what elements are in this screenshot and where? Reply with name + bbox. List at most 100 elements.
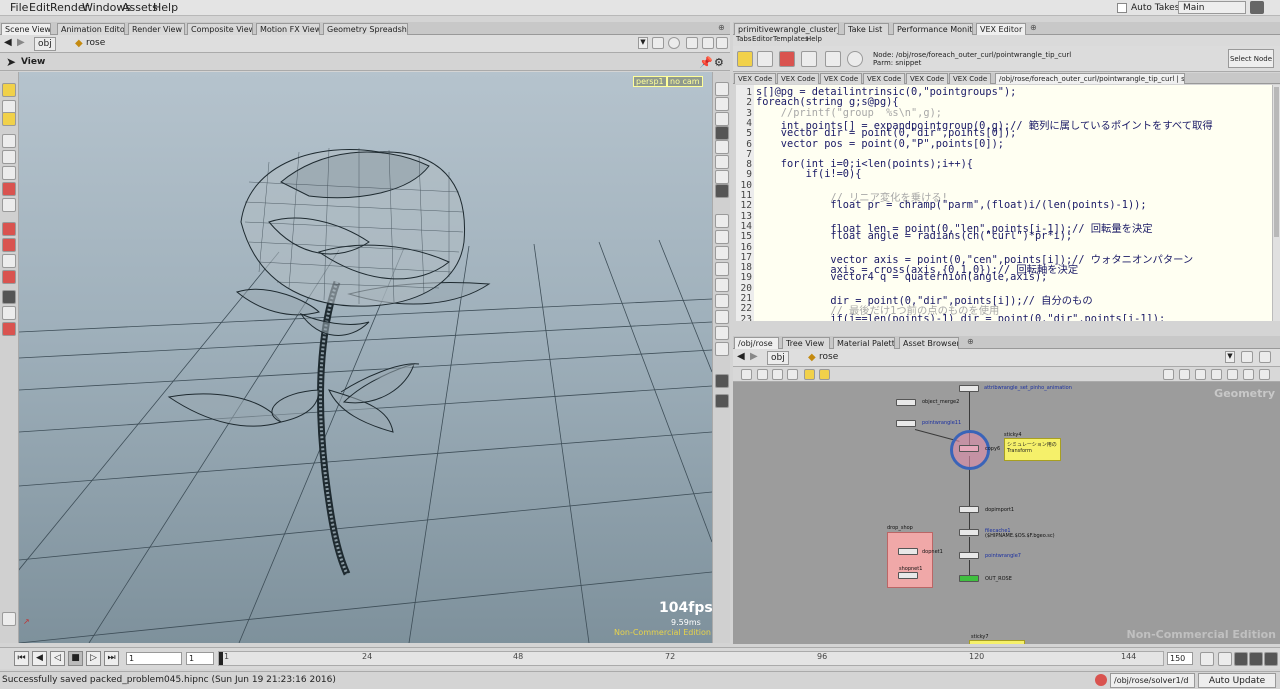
path-dropdown-icon[interactable]: ▼ <box>638 37 648 49</box>
bbox-icon[interactable] <box>715 342 729 356</box>
vertex-display-icon[interactable] <box>715 246 729 260</box>
play-icon[interactable]: ▷ <box>86 651 101 666</box>
sticky-note[interactable]: シミュレーション用の Transform <box>1004 438 1061 461</box>
prim-display-icon[interactable] <box>715 262 729 276</box>
ghost-icon[interactable] <box>715 294 729 308</box>
node-pointwrangle7[interactable] <box>959 552 979 559</box>
tab-take-list[interactable]: Take List <box>844 23 889 35</box>
network-path-rose[interactable]: rose <box>819 352 838 362</box>
network-note-icon[interactable] <box>819 369 830 380</box>
network-wire-icon[interactable] <box>1195 369 1206 380</box>
network-path-obj[interactable]: obj <box>767 351 789 365</box>
vex-menu-templates[interactable]: Templates <box>773 35 809 43</box>
tab-render-view[interactable]: Render View <box>128 23 185 35</box>
status-error-icon[interactable] <box>1095 674 1107 686</box>
vex-save-icon[interactable] <box>825 51 841 67</box>
menu-help[interactable]: Help <box>153 1 178 14</box>
current-frame-field[interactable]: 1 <box>126 652 182 665</box>
vex-settings-icon[interactable] <box>847 51 863 67</box>
audio-icon[interactable] <box>1234 652 1248 666</box>
path-node[interactable]: rose <box>86 38 105 48</box>
render-region-icon[interactable] <box>2 306 16 320</box>
node-shopnet[interactable] <box>898 572 918 579</box>
code-tab[interactable]: VEX Code <box>949 73 991 84</box>
rotate-tool-icon[interactable] <box>2 150 16 164</box>
node-filecache[interactable] <box>959 529 979 536</box>
play-reverse-icon[interactable]: ◁ <box>50 651 65 666</box>
snap-curve-icon[interactable] <box>2 254 16 268</box>
snapshot-view-icon[interactable] <box>715 394 729 408</box>
sticky7-note[interactable] <box>969 640 1025 644</box>
tab-network-rose[interactable]: /obj/rose <box>734 337 779 349</box>
scale-tool-icon[interactable] <box>2 166 16 180</box>
network-list-icon[interactable] <box>757 369 768 380</box>
pose-tool-icon[interactable] <box>2 198 16 212</box>
network-shape-icon[interactable] <box>1227 369 1238 380</box>
vex-run-icon[interactable] <box>779 51 795 67</box>
guide-icon[interactable] <box>715 184 729 198</box>
tab-motion-fx-view[interactable]: Motion FX View <box>256 23 320 35</box>
camera-badge-persp[interactable]: persp1 <box>633 76 667 87</box>
status-path-field[interactable]: /obj/rose/solver1/d <box>1110 673 1195 688</box>
tab-primitivewrangle[interactable]: primitivewrangle_cluster_copy <box>734 23 839 35</box>
code-tab[interactable]: VEX Code <box>734 73 776 84</box>
magnet-icon[interactable] <box>2 270 16 284</box>
transform-tool-icon[interactable] <box>2 134 16 148</box>
code-tab-snippet[interactable]: /obj/rose/foreach_outer_curl/pointwrangl… <box>995 73 1185 84</box>
step-back-icon[interactable]: ◀ <box>32 651 47 666</box>
point-display-icon[interactable] <box>715 214 729 228</box>
netbox-drop-shop[interactable]: dopnet1 shopnet1 <box>887 532 943 588</box>
network-zoom-icon[interactable] <box>1243 369 1254 380</box>
key-icon[interactable] <box>1218 652 1232 666</box>
network-view-icon[interactable] <box>1163 369 1174 380</box>
forward-arrow-icon[interactable]: ▶ <box>750 351 758 362</box>
tab-scene-view[interactable]: Scene View <box>1 23 51 35</box>
background-icon[interactable] <box>715 170 729 184</box>
uv-display-icon[interactable] <box>715 278 729 292</box>
vex-new-icon[interactable] <box>737 51 753 67</box>
network-sticky-icon[interactable] <box>804 369 815 380</box>
snap-point-icon[interactable] <box>2 238 16 252</box>
scene-viewport[interactable]: persp1 no cam 104fps 9.59ms Non-Commerci… <box>19 72 712 643</box>
display-mode-icon[interactable] <box>715 126 729 140</box>
node-attribwrangle[interactable] <box>959 385 979 392</box>
camera-badge-nocam[interactable]: no cam <box>667 76 703 87</box>
desktop-menu-icon[interactable] <box>1250 1 1264 14</box>
node-dopnet[interactable] <box>898 548 918 555</box>
shading-icon[interactable] <box>715 97 729 111</box>
jump-end-icon[interactable]: ⏭ <box>104 651 119 666</box>
network-grid-icon[interactable] <box>772 369 783 380</box>
code-tab[interactable]: VEX Code <box>906 73 948 84</box>
tab-vex-editor[interactable]: VEX Editor <box>976 23 1026 35</box>
pane-menu-icon[interactable] <box>1259 351 1271 363</box>
add-tab-icon[interactable]: ⊕ <box>718 23 725 32</box>
secure-select-icon[interactable] <box>2 112 16 126</box>
wireframe-icon[interactable] <box>715 112 729 126</box>
view-tool-icon[interactable]: ➤ <box>6 55 16 69</box>
snap-grid-icon[interactable] <box>2 222 16 236</box>
network-pointer-icon[interactable] <box>741 369 752 380</box>
tab-material-palette[interactable]: Material Palette <box>833 337 895 349</box>
code-tab[interactable]: VEX Code <box>820 73 862 84</box>
realtime-icon[interactable] <box>1200 652 1214 666</box>
network-flags-icon[interactable] <box>1179 369 1190 380</box>
network-color-icon[interactable] <box>1211 369 1222 380</box>
select-tool-icon[interactable] <box>2 83 16 97</box>
network-options-icon[interactable] <box>1259 369 1270 380</box>
view-gear-icon[interactable]: ⚙ <box>714 56 724 69</box>
scope-icon[interactable] <box>1249 652 1263 666</box>
code-tab[interactable]: VEX Code <box>777 73 819 84</box>
view-tool-shelf-icon[interactable] <box>2 290 16 304</box>
stop-icon[interactable]: ■ <box>68 651 83 666</box>
jump-start-icon[interactable]: ⏮ <box>14 651 29 666</box>
forward-arrow-icon[interactable]: ▶ <box>17 37 25 48</box>
record-icon[interactable] <box>2 322 16 336</box>
node-object-merge[interactable] <box>896 399 916 406</box>
tab-asset-browser[interactable]: Asset Browser <box>899 337 959 349</box>
vex-menu-editor[interactable]: Editor <box>752 35 773 43</box>
node-dopimport[interactable] <box>959 506 979 513</box>
vex-menu-help[interactable]: Help <box>806 35 822 43</box>
auto-update-button[interactable]: Auto Update <box>1198 673 1276 688</box>
lighting-icon[interactable] <box>715 82 729 96</box>
flipbook-icon[interactable] <box>715 374 729 388</box>
